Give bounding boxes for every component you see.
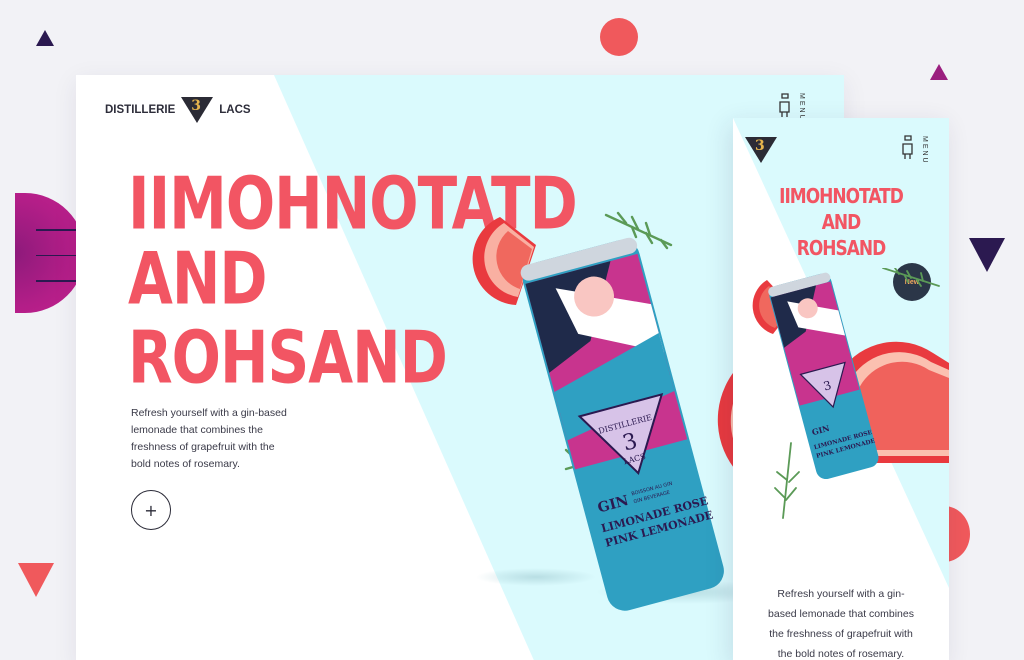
triangle-decoration <box>36 30 54 46</box>
triangle-decoration <box>930 64 948 80</box>
product-description: Refresh yourself with a gin-based lemona… <box>131 405 287 473</box>
description-line: Refresh yourself with a gin-based <box>131 407 287 419</box>
desktop-mockup: DISTILLERIE 3 LACS MENU IIMOHNOTATD AND … <box>76 75 844 660</box>
hero-title-line-3: ROHSAND <box>796 237 887 261</box>
menu-button[interactable]: MENU <box>921 136 928 165</box>
product-description: Refresh yourself with a gin- based lemon… <box>733 584 949 660</box>
cart-icon[interactable] <box>776 93 792 119</box>
description-line: Refresh yourself with a gin- <box>777 588 905 600</box>
brand-name-left: DISTILLERIE <box>105 104 176 116</box>
description-line: bold notes of rosemary. <box>131 458 240 470</box>
hero-title: IIMOHNOTATD AND ROHSAND <box>733 184 949 262</box>
add-button[interactable]: + <box>131 490 171 530</box>
gin-can-image: DISTILLERIE 3 LACS GIN BOISSON AU GIN GI… <box>520 237 724 611</box>
triangle-down-decoration <box>18 563 54 597</box>
cart-icon[interactable] <box>899 135 915 161</box>
brand-logo[interactable]: 3 <box>745 137 777 163</box>
brand-logo[interactable]: DISTILLERIE 3 LACS <box>105 97 251 123</box>
description-line: freshness of grapefruit with the <box>131 441 275 453</box>
circle-decoration <box>600 18 638 56</box>
brand-badge-icon: 3 <box>181 97 214 123</box>
description-line: the bold notes of rosemary. <box>777 648 905 660</box>
mobile-mockup: 3 MENU IIMOHNOTATD AND ROHSAND New 3 GIN… <box>733 118 949 660</box>
brand-name-right: LACS <box>219 104 251 116</box>
triangle-down-decoration <box>969 238 1005 272</box>
description-line: the freshness of grapefruit with <box>769 628 913 640</box>
brand-badge-icon: 3 <box>745 137 777 163</box>
product-illustration: 3 GIN LIMONADE ROSE PINK LEMONADE <box>752 268 949 519</box>
description-line: based lemonade that combines <box>768 608 914 620</box>
description-line: lemonade that combines the <box>131 424 263 436</box>
lines-decoration <box>36 229 76 306</box>
